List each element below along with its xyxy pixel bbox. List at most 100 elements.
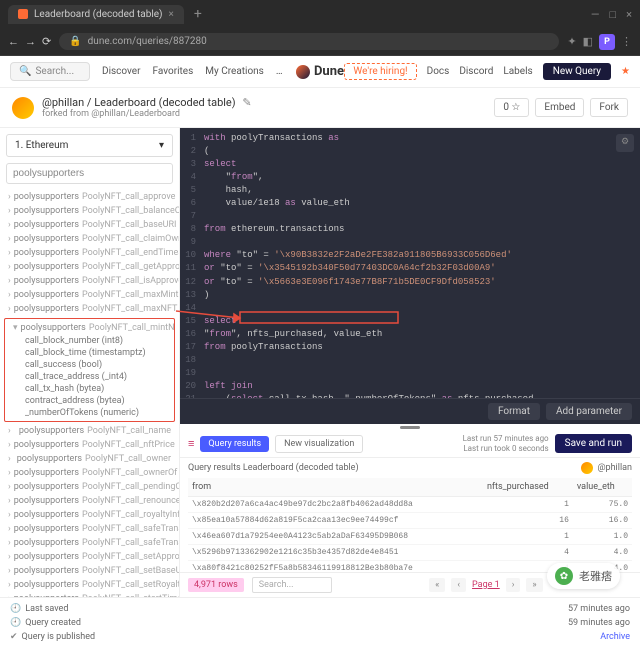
url-bar[interactable]: 🔒 dune.com/queries/887280 [59, 33, 559, 50]
back-icon[interactable]: ← [8, 35, 19, 48]
global-search[interactable]: 🔍 Search... [10, 62, 90, 81]
schema-item-expanded[interactable]: ▾poolysupporters PoolyNFT_call_mintNFTca… [4, 318, 175, 422]
archive-link[interactable]: Archive [600, 632, 630, 642]
extension-icon[interactable]: ✦ [567, 35, 576, 48]
more-icon[interactable]: … [276, 66, 283, 77]
fork-button[interactable]: Fork [590, 98, 628, 117]
browser-tab-strip: Leaderboard (decoded table) × + — □ × [0, 0, 640, 28]
column-header[interactable]: value_eth [573, 478, 632, 497]
schema-item[interactable]: ›poolysupporters PoolyNFT_call_owner [0, 452, 179, 466]
table-row[interactable]: \x820b2d207a6ca4ac49be97dc2bc2a8fb4062ad… [188, 497, 632, 513]
forward-icon[interactable]: → [25, 35, 36, 48]
save-run-button[interactable]: Save and run [555, 434, 632, 453]
url-text: dune.com/queries/887280 [88, 36, 207, 47]
profile-badge[interactable]: P [599, 34, 615, 50]
reload-icon[interactable]: ⟳ [42, 35, 51, 48]
schema-column[interactable]: contract_address (bytea) [5, 395, 174, 407]
schema-item[interactable]: ›poolysupporters PoolyNFT_call_royaltyIn… [0, 508, 179, 522]
check-icon: ✔ [10, 632, 18, 642]
star-icon[interactable]: ★ [621, 66, 630, 77]
nav-discord[interactable]: Discord [459, 66, 493, 77]
schema-item[interactable]: ›poolysupporters PoolyNFT_call_getApprov… [0, 260, 179, 274]
schema-item[interactable]: ›poolysupporters PoolyNFT_call_safeTrans… [0, 522, 179, 536]
last-saved-time: 57 minutes ago [568, 604, 630, 614]
nav-docs[interactable]: Docs [427, 66, 450, 77]
result-table[interactable]: fromnfts_purchasedvalue_eth\x820b2d207a6… [180, 478, 640, 572]
schema-item[interactable]: ›poolysupporters PoolyNFT_call_setRoyalt… [0, 578, 179, 592]
schema-column[interactable]: call_block_number (int8) [5, 335, 174, 347]
extension-icon[interactable]: ◧ [583, 35, 593, 48]
results-author[interactable]: @phillan [581, 462, 632, 474]
hiring-button[interactable]: We're hiring! [344, 63, 416, 80]
table-search[interactable]: Search... [252, 577, 332, 593]
new-tab-button[interactable]: + [188, 6, 208, 22]
window-controls: — □ × [591, 8, 632, 21]
schema-filter-input[interactable] [6, 163, 173, 184]
column-header[interactable]: from [188, 478, 483, 497]
page-current[interactable]: Page 1 [472, 580, 500, 590]
schema-column[interactable]: call_trace_address (_int4) [5, 371, 174, 383]
user-avatar[interactable] [12, 97, 34, 119]
status-bar: 🕘Last saved 57 minutes ago 🕘Query create… [0, 597, 640, 648]
editor-panel: ⚙ 1with poolyTransactions as2(3select4 "… [180, 128, 640, 597]
schema-item[interactable]: ›poolysupporters PoolyNFT_call_renounceO… [0, 494, 179, 508]
schema-item[interactable]: ›poolysupporters PoolyNFT_call_endTimest… [0, 246, 179, 260]
close-window-icon[interactable]: × [626, 8, 632, 21]
menu-icon[interactable]: ⋮ [621, 35, 632, 48]
table-row[interactable]: \x46ea607d1a79254ee0A4123c5ab2aDaF63495D… [188, 529, 632, 545]
schema-item[interactable]: ›poolysupporters PoolyNFT_call_isApprove… [0, 274, 179, 288]
schema-item[interactable]: ›poolysupporters PoolyNFT_call_name [0, 424, 179, 438]
lock-icon: 🔒 [69, 36, 81, 47]
schema-item[interactable]: ›poolysupporters PoolyNFT_call_pendingOw… [0, 480, 179, 494]
schema-item[interactable]: ›poolysupporters PoolyNFT_call_claimOwne… [0, 232, 179, 246]
add-parameter-button[interactable]: Add parameter [546, 403, 632, 420]
page-prev[interactable]: ‹ [451, 578, 466, 592]
format-button[interactable]: Format [488, 403, 540, 420]
brand-logo[interactable]: Dune [296, 64, 344, 79]
schema-column[interactable]: call_block_time (timestamptz) [5, 347, 174, 359]
nav-labels[interactable]: Labels [503, 66, 532, 77]
close-icon[interactable]: × [169, 9, 174, 20]
forked-from[interactable]: forked from @phillan/Leaderboard [42, 109, 252, 119]
results-tab-icon: ≡ [188, 437, 194, 450]
page-last[interactable]: » [526, 578, 542, 592]
schema-item[interactable]: ›poolysupporters PoolyNFT_call_safeTrans… [0, 536, 179, 550]
table-row[interactable]: \x5296b9713362902e1216c35b3e4357d82de4e8… [188, 545, 632, 561]
schema-list[interactable]: ›poolysupporters PoolyNFT_call_approve›p… [0, 190, 179, 597]
embed-button[interactable]: Embed [535, 98, 584, 117]
results-tab[interactable]: Query results [200, 436, 269, 452]
edit-icon[interactable]: ✎ [242, 96, 251, 109]
schema-item[interactable]: ›poolysupporters PoolyNFT_call_approve [0, 190, 179, 204]
minimize-icon[interactable]: — [591, 8, 600, 21]
chain-select[interactable]: 1. Ethereum ▾ [6, 134, 173, 157]
breadcrumb-text[interactable]: @phillan / Leaderboard (decoded table) [42, 96, 236, 109]
sql-editor[interactable]: ⚙ 1with poolyTransactions as2(3select4 "… [180, 128, 640, 398]
nav-mycreations[interactable]: My Creations [205, 66, 264, 77]
browser-tab[interactable]: Leaderboard (decoded table) × [8, 5, 184, 24]
schema-item[interactable]: ›poolysupporters PoolyNFT_call_setBaseUR… [0, 564, 179, 578]
new-query-button[interactable]: New Query [543, 63, 611, 80]
results-meta: Query results Leaderboard (decoded table… [180, 458, 640, 478]
schema-item[interactable]: ›poolysupporters PoolyNFT_call_maxNFT [0, 302, 179, 316]
schema-item[interactable]: ›poolysupporters PoolyNFT_call_startTime… [0, 592, 179, 597]
gear-icon[interactable]: ⚙ [616, 134, 634, 152]
schema-column[interactable]: call_tx_hash (bytea) [5, 383, 174, 395]
schema-item[interactable]: ›poolysupporters PoolyNFT_call_balanceOf [0, 204, 179, 218]
schema-column[interactable]: _numberOfTokens (numeric) [5, 407, 174, 419]
schema-item[interactable]: ›poolysupporters PoolyNFT_call_maxMint [0, 288, 179, 302]
new-viz-tab[interactable]: New visualization [275, 435, 363, 453]
table-row[interactable]: \x85ea10a57884d62a819F5ca2caa13ec9ee7449… [188, 513, 632, 529]
schema-item[interactable]: ›poolysupporters PoolyNFT_call_setApprov… [0, 550, 179, 564]
maximize-icon[interactable]: □ [609, 8, 616, 21]
schema-column[interactable]: call_success (bool) [5, 359, 174, 371]
star-button[interactable]: 0 ☆ [494, 98, 529, 117]
nav-discover[interactable]: Discover [102, 66, 141, 77]
schema-item[interactable]: ›poolysupporters PoolyNFT_call_ownerOf [0, 466, 179, 480]
page-next[interactable]: › [506, 578, 521, 592]
column-header[interactable]: nfts_purchased [483, 478, 573, 497]
page-first[interactable]: « [429, 578, 445, 592]
author-avatar [581, 462, 593, 474]
schema-item[interactable]: ›poolysupporters PoolyNFT_call_baseURI [0, 218, 179, 232]
schema-item[interactable]: ›poolysupporters PoolyNFT_call_nftPrice [0, 438, 179, 452]
nav-favorites[interactable]: Favorites [153, 66, 194, 77]
